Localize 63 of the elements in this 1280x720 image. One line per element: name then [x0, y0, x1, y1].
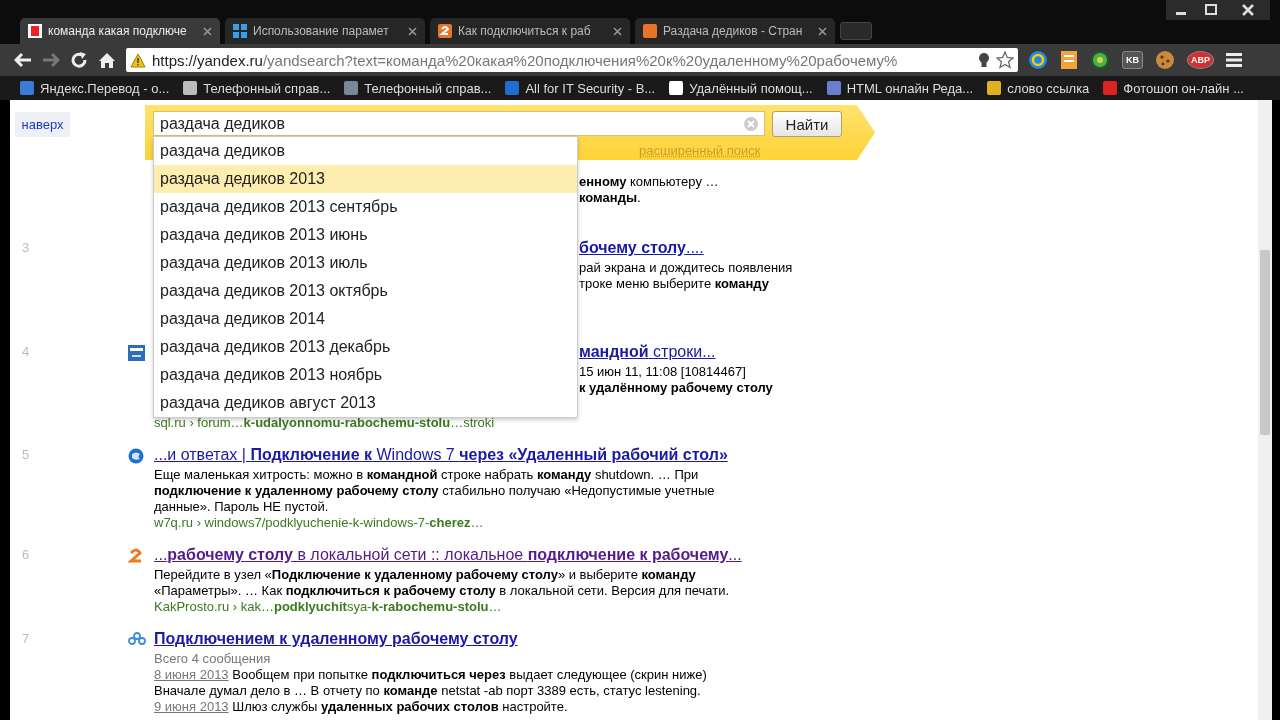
bookmark[interactable]: HTML онлайн Реда... [826, 80, 974, 96]
browser-tab[interactable]: Раздача дедиков - Стран [635, 18, 835, 44]
result-number: 7 [21, 630, 31, 648]
browser-tab[interactable]: Как подключиться к раб [430, 18, 630, 44]
bookmark[interactable]: All for IT Security - B... [505, 80, 656, 96]
suggestion-item[interactable]: раздача дедиков 2014 [154, 305, 577, 333]
result-number: 5 [21, 446, 31, 464]
result-url[interactable]: sql.ru › forum…k-udalyonnomu-rabochemu-stolu…stroki [154, 415, 495, 431]
url-text: https://yandex.ru/yandsearch?text=команда%20какая%20подключения%20к%20удаленному%20рабочему% [152, 51, 899, 69]
result-url[interactable]: w7q.ru › windows7/podklyuchenie-k-windows-7-cherez… [154, 515, 484, 531]
result-number: 3 [21, 239, 31, 257]
bookmark[interactable]: Удалённый помощ... [669, 80, 813, 96]
result-title-link[interactable]: бочему столу.... [579, 238, 704, 258]
tab-title: Раздача дедиков - Стран [663, 24, 804, 38]
snippet-text: 9 июня 2013 Шлюз службы удаленных рабочих столов настройте. [154, 699, 568, 715]
extension-button[interactable]: KB [1122, 51, 1143, 69]
result-title-link[interactable]: Подключением к удаленному рабочему столу [154, 629, 518, 649]
browser-tab[interactable]: Использование парамет [225, 18, 425, 44]
snippet-text: Вначале думал дело в … В отчету по команде netstat -ab порт 3389 есть, статус lestening. [154, 683, 701, 699]
suggestion-item[interactable]: раздача дедиков август 2013 [154, 389, 577, 417]
date-link[interactable]: 8 июня 2013 [154, 667, 229, 682]
tab-title: Как подключиться к раб [458, 24, 592, 38]
result-number: 6 [21, 546, 31, 564]
bookmark[interactable]: Фотошоп он-лайн ... [1103, 80, 1244, 96]
snippet-text: 15 июн 11, 11:08 [10814467] [579, 364, 746, 380]
suggestion-item[interactable]: раздача дедиков 2013 ноябрь [154, 361, 577, 389]
suggestion-item[interactable]: раздача дедиков 2013 сентябрь [154, 193, 577, 221]
address-bar[interactable]: https://yandex.ru/yandsearch?text=команда%20какая%20подключения%20к%20удаленному%20рабочему% [126, 48, 1018, 72]
bookmark[interactable]: Телефонный справ... [183, 80, 331, 96]
snippet-text: Перейдите в узел «Подключение к удаленному рабочему столу» и выберите команду [154, 567, 696, 583]
date-link[interactable]: 9 июня 2013 [154, 699, 229, 714]
snippet-text: 8 июня 2013 Вообщем при попытке подключиться через выдает следующее (скрин ниже) [154, 667, 707, 683]
snippet-text: команды. [579, 190, 641, 206]
suggestion-item[interactable]: раздача дедиков 2013 декабрь [154, 333, 577, 361]
snippet-text: «Параметры». … Как подключиться к рабочему столу в локальной сети. Версия для печати. [154, 583, 730, 599]
result-title-link[interactable]: ...и ответах | Подключение к Windows 7 через «Удаленный рабочий стол» [154, 445, 728, 465]
suggestion-item[interactable]: раздача дедиков 2013 октябрь [154, 277, 577, 305]
snippet-text: енному компьютеру … [579, 174, 719, 190]
bookmark[interactable]: Яндекс.Перевод - о... [20, 80, 170, 96]
snippet-text: Еще маленькая хитрость: можно в командной строке набрать команду shutdown. … При [154, 467, 699, 483]
snippet-text: рай экрана и дождитесь появления [579, 260, 793, 276]
result-url[interactable]: KakProsto.ru › kak…podklyuchitsya-k-rabochemu-stolu… [154, 599, 502, 615]
browser-tab[interactable]: команда какая подключе [20, 18, 220, 44]
search-field[interactable]: раздача дедиков [153, 111, 765, 136]
snippet-text: данные». Пароль НЕ пустой. [154, 499, 329, 515]
bookmark[interactable]: Телефонный справ... [344, 80, 492, 96]
bookmark[interactable]: слово ссылка [987, 80, 1090, 96]
snippet-text: троке меню выберите команду [579, 276, 769, 292]
search-button[interactable]: Найти [772, 111, 842, 137]
suggestion-item[interactable]: раздача дедиков [154, 137, 577, 165]
suggestion-item[interactable]: раздача дедиков 2013 июль [154, 249, 577, 277]
extension-button[interactable]: ABP [1187, 51, 1214, 69]
suggestion-item[interactable]: раздача дедиков 2013 июнь [154, 221, 577, 249]
post-count: Всего 4 сообщения [154, 651, 272, 667]
back-to-top-button[interactable]: наверх [15, 112, 70, 137]
result-title-link[interactable]: мандной строки... [579, 342, 716, 362]
tab-title: Использование парамет [253, 24, 390, 38]
snippet-text: к удалённому рабочему столу [579, 380, 773, 396]
snippet-text: подключение к удаленному рабочему столу стабильно получаю «Недопустимые учетные [154, 483, 715, 499]
suggestion-item[interactable]: раздача дедиков 2013 [154, 165, 577, 193]
result-title-link[interactable]: ...рабочему столу в локальной сети :: локальное подключение к рабочему... [154, 545, 742, 565]
tab-title: команда какая подключе [48, 24, 188, 38]
result-number: 4 [21, 343, 31, 361]
